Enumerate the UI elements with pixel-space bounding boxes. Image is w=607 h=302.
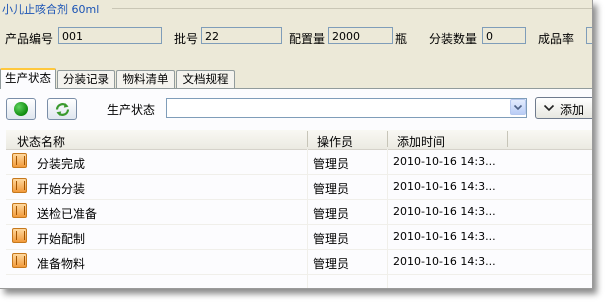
filling-quantity-label: 分装数量 (429, 32, 478, 46)
status-item-icon (12, 253, 27, 268)
tab-material-list[interactable]: 物料清单 (116, 70, 175, 88)
row-operator: 管理员 (313, 207, 350, 221)
config-amount-unit: 瓶 (395, 32, 408, 46)
add-button[interactable]: 添加 (535, 97, 592, 119)
dropdown-arrow-icon (513, 104, 523, 111)
chevron-down-icon (543, 104, 555, 112)
table-row[interactable]: 准备物料 管理员 2010-10-16 14:3... (6, 249, 592, 275)
window-title: 小儿止咳合剂 60ml (2, 3, 100, 16)
status-filter-label: 生产状态 (107, 103, 156, 117)
row-operator: 管理员 (313, 182, 350, 196)
batch-number-label: 批号 (174, 32, 199, 46)
row-status-name: 开始分装 (37, 182, 86, 196)
column-divider (507, 131, 508, 147)
batch-number-field[interactable]: 22 (201, 27, 282, 44)
status-item-icon (12, 153, 27, 168)
row-added-time: 2010-10-16 14:3... (393, 255, 496, 268)
status-item-icon (12, 178, 27, 193)
row-operator: 管理员 (313, 157, 350, 171)
table-row[interactable]: 开始配制 管理员 2010-10-16 14:3... (6, 224, 592, 250)
product-code-field[interactable]: 001 (58, 27, 162, 44)
product-fields: 产品编号 001 批号 22 配置量 2000 瓶 分装数量 0 成品率 (0, 26, 592, 50)
grid-header: 状态名称 操作员 添加时间 (6, 130, 592, 150)
status-grid: 状态名称 操作员 添加时间 分装完成 管理员 2010-10-16 14:3..… (6, 130, 592, 288)
column-divider (387, 131, 388, 147)
config-amount-field[interactable]: 2000 (328, 27, 393, 44)
row-added-time: 2010-10-16 14:3... (393, 205, 496, 218)
tab-filling-records[interactable]: 分装记录 (57, 70, 115, 88)
production-window: 小儿止咳合剂 60ml 产品编号 001 批号 22 配置量 2000 瓶 分装… (0, 0, 593, 289)
column-divider (307, 131, 308, 147)
row-status-name: 开始配制 (37, 232, 86, 246)
product-code-label: 产品编号 (5, 32, 54, 46)
green-circle-icon (14, 102, 28, 116)
row-status-name: 准备物料 (37, 257, 86, 271)
yield-rate-field[interactable] (586, 27, 592, 44)
start-status-button[interactable] (6, 98, 36, 120)
table-row[interactable]: 开始分装 管理员 2010-10-16 14:3... (6, 174, 592, 200)
filling-quantity-field[interactable]: 0 (482, 27, 526, 44)
refresh-button[interactable] (47, 98, 77, 120)
add-button-label: 添加 (560, 103, 585, 117)
yield-rate-label: 成品率 (538, 32, 575, 46)
status-item-icon (12, 203, 27, 218)
refresh-icon (55, 103, 70, 116)
row-added-time: 2010-10-16 14:3... (393, 230, 496, 243)
title-divider (112, 8, 592, 9)
production-status-panel: 生产状态 添加 状态名称 操作员 添加时间 分装完成 管理员 2010-10-1… (0, 89, 592, 288)
tab-document-procedures[interactable]: 文档规程 (176, 70, 235, 88)
row-added-time: 2010-10-16 14:3... (393, 180, 496, 193)
config-amount-label: 配置量 (289, 32, 326, 46)
status-item-icon (12, 228, 27, 243)
row-operator: 管理员 (313, 232, 350, 246)
column-status-name[interactable]: 状态名称 (17, 133, 65, 150)
row-operator: 管理员 (313, 257, 350, 271)
table-row[interactable]: 分装完成 管理员 2010-10-16 14:3... (6, 149, 592, 175)
row-added-time: 2010-10-16 14:3... (393, 155, 496, 168)
column-added-time[interactable]: 添加时间 (397, 133, 445, 150)
row-status-name: 送检已准备 (37, 207, 98, 221)
status-select-arrow-area (166, 98, 527, 118)
column-operator[interactable]: 操作员 (317, 133, 353, 150)
tab-strip: 生产状态 分装记录 物料清单 文档规程 (0, 68, 592, 90)
table-row[interactable]: 送检已准备 管理员 2010-10-16 14:3... (6, 199, 592, 225)
tab-production-status[interactable]: 生产状态 (0, 68, 56, 90)
chevron-down-icon[interactable] (510, 99, 526, 115)
row-status-name: 分装完成 (37, 157, 86, 171)
